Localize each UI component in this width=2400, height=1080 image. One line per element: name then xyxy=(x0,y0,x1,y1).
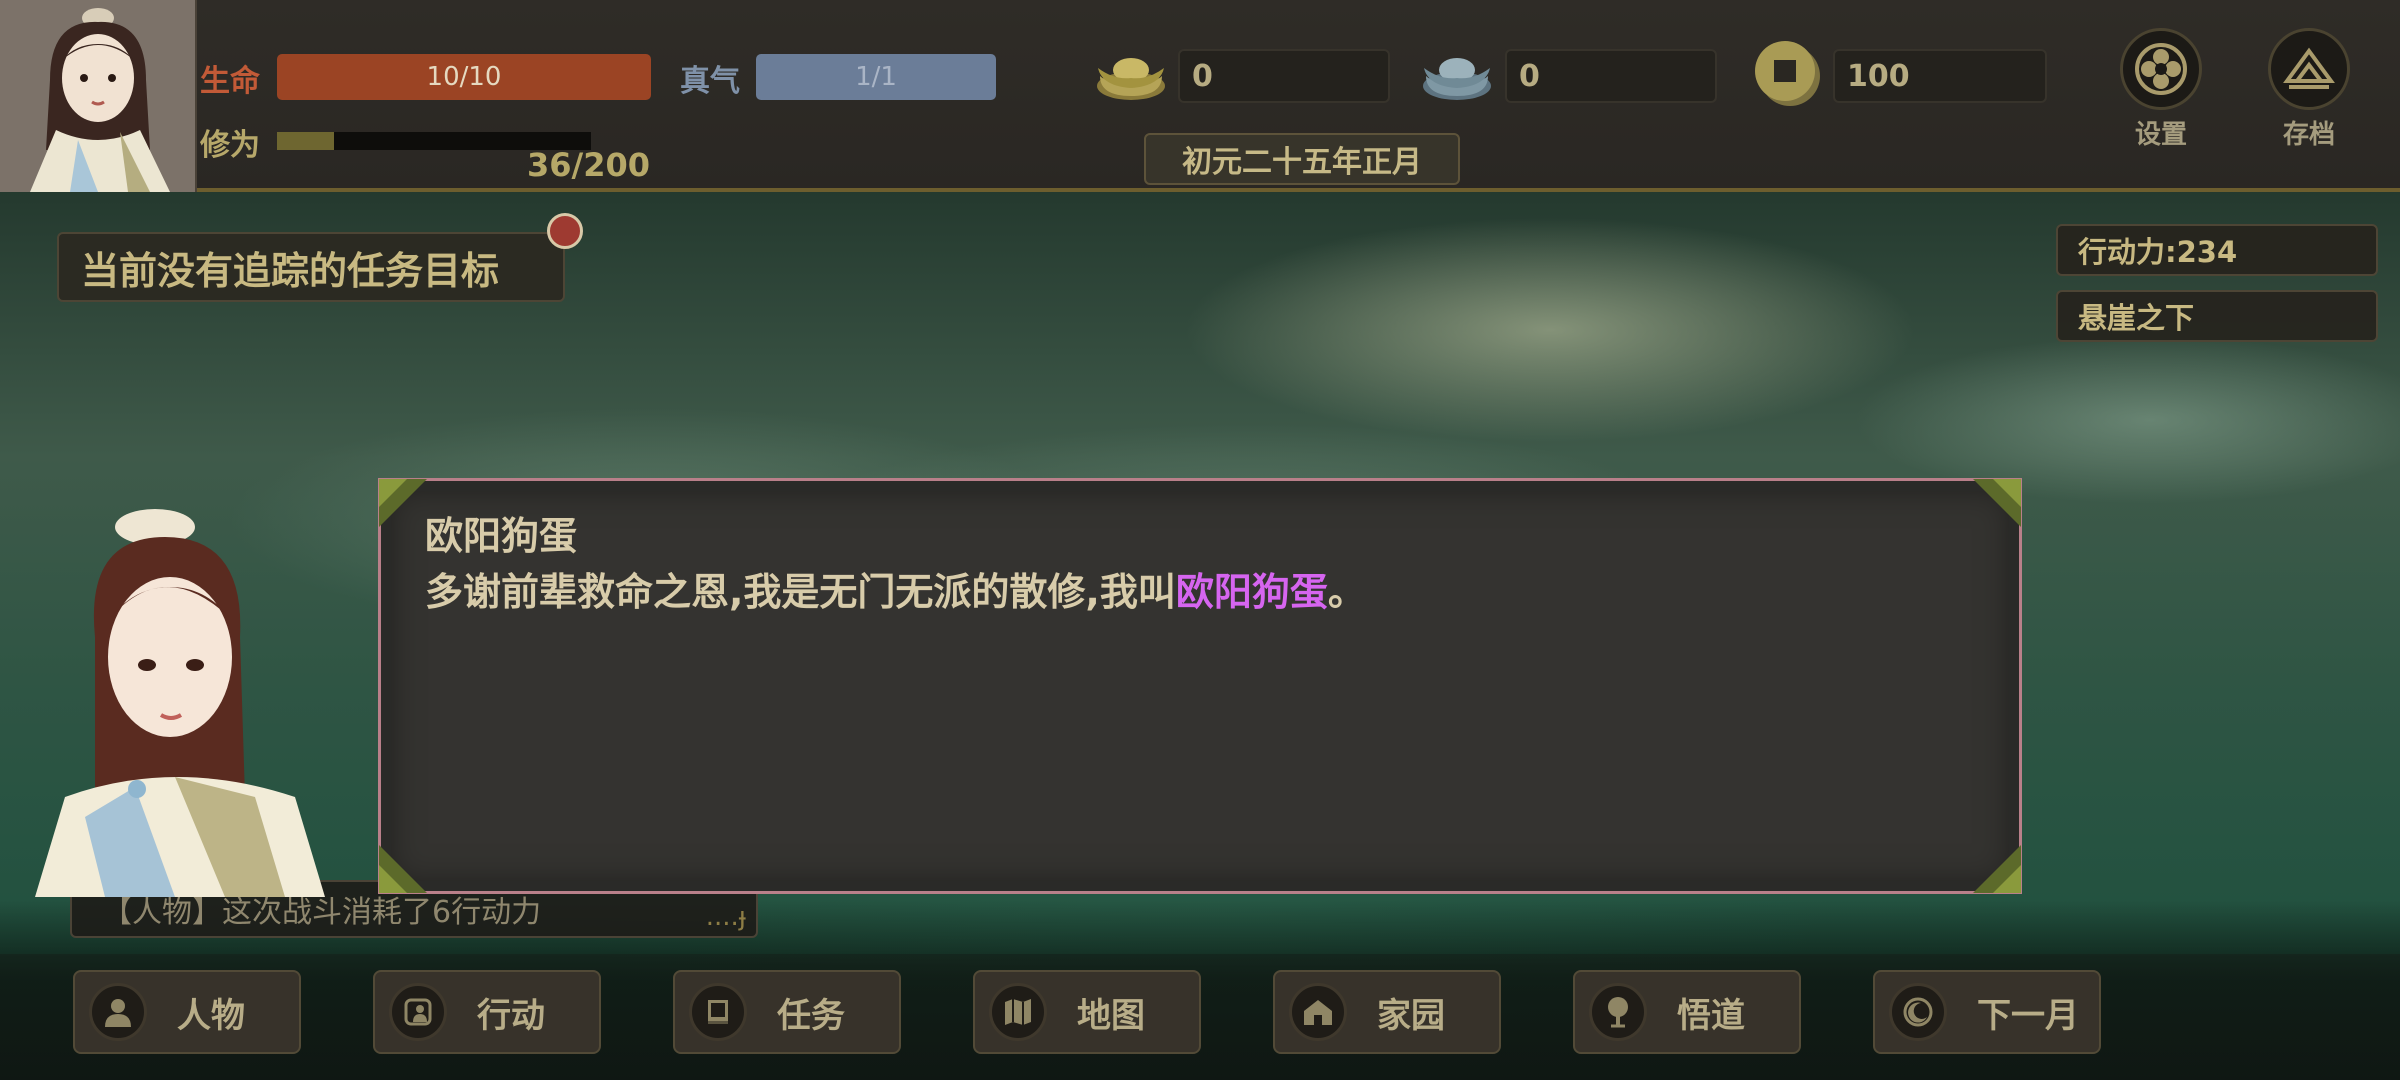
dialog-text-main: 多谢前辈救命之恩,我是无门无派的散修,我叫 xyxy=(425,570,1176,614)
silver-amount: 0 xyxy=(1505,49,1717,103)
nav-character-button[interactable]: 人物 xyxy=(73,970,301,1054)
player-portrait-art xyxy=(0,0,195,192)
nav-next-month-button[interactable]: 下一月 xyxy=(1873,970,2101,1054)
save-icon xyxy=(2268,28,2350,110)
nav-enlightenment-label: 悟道 xyxy=(1677,995,1745,1036)
silver-value: 0 xyxy=(1519,58,1540,94)
nav-home-button[interactable]: 家园 xyxy=(1273,970,1501,1054)
top-status-bar: 生命 10/10 真气 1/1 修为 36/200 0 0 100 初元二十五年… xyxy=(0,0,2400,192)
cultivation-label: 修为 xyxy=(200,128,260,163)
book-icon xyxy=(689,983,747,1041)
copper-coin-icon xyxy=(1755,41,1820,106)
save-label: 存档 xyxy=(2282,120,2335,150)
quest-tracker-text: 当前没有追踪的任务目标 xyxy=(81,248,500,293)
speaker-name: 欧阳狗蛋 xyxy=(425,514,578,558)
person-icon xyxy=(89,983,147,1041)
map-icon xyxy=(989,983,1047,1041)
dialog-highlighted-name: 欧阳狗蛋 xyxy=(1175,570,1328,614)
gold-amount: 0 xyxy=(1178,49,1390,103)
save-button[interactable]: 存档 xyxy=(2254,28,2364,151)
log-more-icon: ....ɟ xyxy=(705,902,746,932)
location-text: 悬崖之下 xyxy=(2078,301,2195,335)
nav-next-month-label: 下一月 xyxy=(1977,995,2079,1036)
dialog-text: 多谢前辈救命之恩,我是无门无派的散修,我叫欧阳狗蛋。 xyxy=(425,561,1366,616)
location-box: 悬崖之下 xyxy=(2056,290,2378,342)
nav-action-label: 行动 xyxy=(477,995,545,1036)
cultivation-value: 36/200 xyxy=(526,146,650,184)
hp-bar: 10/10 xyxy=(277,54,651,100)
gold-ingot-icon xyxy=(1097,58,1165,100)
corner-ornament-icon xyxy=(1973,479,2021,527)
dialog-text-end: 。 xyxy=(1327,570,1366,614)
copper-value: 100 xyxy=(1847,58,1910,94)
quest-notification-dot[interactable] xyxy=(547,213,583,249)
action-icon xyxy=(389,983,447,1041)
nav-quest-label: 任务 xyxy=(777,995,845,1036)
speaker-portrait xyxy=(25,497,325,897)
copper-amount: 100 xyxy=(1833,49,2047,103)
player-portrait[interactable] xyxy=(0,0,197,192)
nav-map-button[interactable]: 地图 xyxy=(973,970,1201,1054)
tree-icon xyxy=(1589,983,1647,1041)
dialog-box[interactable]: 欧阳狗蛋 多谢前辈救命之恩,我是无门无派的散修,我叫欧阳狗蛋。 xyxy=(378,478,2022,894)
qi-bar: 1/1 xyxy=(756,54,996,100)
corner-ornament-icon xyxy=(379,479,427,527)
corner-ornament-icon xyxy=(379,845,427,893)
qi-label: 真气 xyxy=(680,64,740,99)
nav-action-button[interactable]: 行动 xyxy=(373,970,601,1054)
game-date: 初元二十五年正月 xyxy=(1144,133,1460,185)
corner-ornament-icon xyxy=(1973,845,2021,893)
gold-value: 0 xyxy=(1192,58,1213,94)
quest-tracker[interactable]: 当前没有追踪的任务目标 xyxy=(57,232,565,302)
settings-button[interactable]: 设置 xyxy=(2106,28,2216,151)
silver-ingot-icon xyxy=(1423,58,1491,100)
cultivation-bar-fill xyxy=(277,132,334,150)
settings-label: 设置 xyxy=(2134,120,2187,150)
moon-icon xyxy=(1889,983,1947,1041)
nav-enlightenment-button[interactable]: 悟道 xyxy=(1573,970,1801,1054)
game-date-text: 初元二十五年正月 xyxy=(1182,145,1422,180)
home-icon xyxy=(1289,983,1347,1041)
nav-map-label: 地图 xyxy=(1077,995,1145,1036)
action-points-text: 行动力:234 xyxy=(2078,235,2238,269)
nav-quest-button[interactable]: 任务 xyxy=(673,970,901,1054)
hp-label: 生命 xyxy=(200,64,260,99)
settings-icon xyxy=(2120,28,2202,110)
action-points-box: 行动力:234 xyxy=(2056,224,2378,276)
nav-character-label: 人物 xyxy=(177,995,245,1036)
hp-value: 10/10 xyxy=(426,62,502,92)
nav-home-label: 家园 xyxy=(1377,995,1445,1036)
qi-value: 1/1 xyxy=(855,62,897,92)
